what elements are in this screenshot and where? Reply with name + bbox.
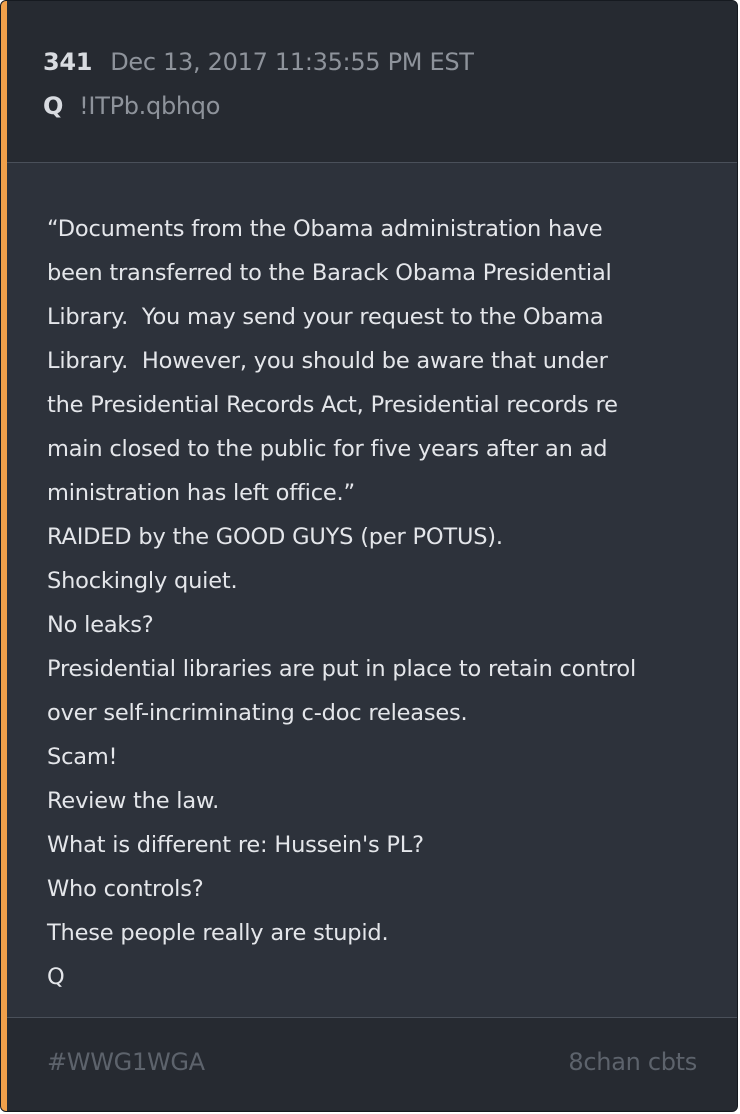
post-line: Who controls?	[47, 876, 204, 902]
post-line: “Documents from the Obama administration…	[47, 216, 603, 242]
post-meta-row: 341 Dec 13, 2017 11:35:55 PM EST	[43, 45, 474, 79]
post-body: “Documents from the Obama administration…	[47, 207, 713, 999]
post-footer: #WWG1WGA 8chan cbts	[7, 1017, 737, 1111]
post-line: over self-incriminating c-doc releases.	[47, 700, 468, 726]
post-line: Shockingly quiet.	[47, 568, 238, 594]
post-line: main closed to the public for five years…	[47, 436, 608, 462]
post-line: Library. However, you should be aware th…	[47, 348, 608, 374]
post-card: 341 Dec 13, 2017 11:35:55 PM EST Q !ITPb…	[0, 0, 738, 1112]
source-label: 8chan cbts	[568, 1048, 697, 1076]
post-line: RAIDED by the GOOD GUYS (per POTUS).	[47, 524, 503, 550]
post-author: Q	[43, 92, 64, 120]
post-timestamp: Dec 13, 2017 11:35:55 PM EST	[110, 48, 474, 76]
post-tripcode: !ITPb.qbhqo	[79, 92, 221, 120]
post-line: the Presidential Records Act, Presidenti…	[47, 392, 618, 418]
post-line: These people really are stupid.	[47, 920, 389, 946]
post-line: Library. You may send your request to th…	[47, 304, 604, 330]
post-line: What is different re: Hussein's PL?	[47, 832, 424, 858]
post-author-row: Q !ITPb.qbhqo	[43, 89, 220, 123]
hashtag-link[interactable]: #WWG1WGA	[47, 1048, 205, 1076]
post-header: 341 Dec 13, 2017 11:35:55 PM EST Q !ITPb…	[7, 1, 737, 163]
post-signature: Q	[47, 964, 65, 990]
post-line: ministration has left office.”	[47, 480, 355, 506]
post-line: Scam!	[47, 744, 118, 770]
post-number: 341	[43, 48, 93, 76]
post-line: Review the law.	[47, 788, 220, 814]
accent-bar	[1, 1, 7, 1111]
post-line: No leaks?	[47, 612, 154, 638]
post-line: been transferred to the Barack Obama Pre…	[47, 260, 612, 286]
post-line: Presidential libraries are put in place …	[47, 656, 637, 682]
